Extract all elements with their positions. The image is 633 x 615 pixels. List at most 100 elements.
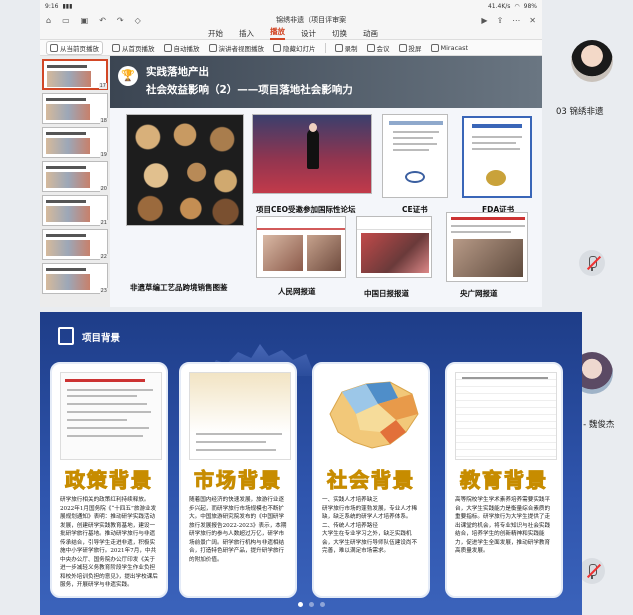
caption-sales: 非遗草编工艺品跨境销售图鉴 [130, 283, 228, 292]
tab-play[interactable]: 播放 [270, 26, 285, 40]
wifi-icon: ◠ [514, 3, 520, 10]
slide-thumbnail[interactable]: 22 [42, 229, 108, 260]
ribbon-divider [324, 42, 326, 53]
miracast-button[interactable]: Miracast [430, 43, 468, 52]
caption-people-daily: 人民网报道 [278, 287, 316, 296]
participant-name: 03 锦绣非遗 [556, 107, 604, 117]
slide-thumbnail-panel[interactable]: 17 18 19 20 21 22 23 [40, 56, 110, 307]
presenter-icon [208, 43, 217, 52]
record-button[interactable]: 录制 [334, 43, 358, 53]
card-heading: 教育背景 [460, 468, 548, 493]
record-icon [334, 43, 343, 52]
status-time: 9:16 [45, 3, 59, 10]
background-card-policy: 政策背景 研学旅行相关的政策红利持续释放。2022年1月国务院《“十四五”旅游业… [50, 362, 168, 598]
slide-canvas[interactable]: 🏆 实践落地产出 社会效益影响（2）——项目落地社会影响力 项目CEO受邀参加国… [110, 56, 542, 307]
redo-icon[interactable]: ↷ [117, 16, 124, 25]
page-dot[interactable] [319, 602, 325, 607]
workspace: 17 18 19 20 21 22 23 🏆 实践落地产出 社会效益影响（2）—… [40, 56, 542, 307]
card-body: 一、实践人才培养缺乏 研学旅行市场的蓬勃发展，专业人才稀缺，缺乏系统的研学人才培… [322, 497, 418, 554]
china-map-image [329, 381, 419, 449]
auto-play-icon [163, 43, 172, 52]
undo-icon[interactable]: ↶ [99, 16, 106, 25]
caption-ceo-forum: 项目CEO受邀参加国际性论坛 [256, 205, 356, 214]
slide-thumbnail[interactable]: 19 [42, 127, 108, 158]
meeting-button[interactable]: 会议 [366, 43, 390, 53]
shared-slide-window: 项目背景 政策背景 研学旅行相关的政策红利持续释放。2022年1月国务院《“十四… [40, 312, 582, 615]
page-dot[interactable] [308, 602, 314, 607]
hide-slide-icon [273, 43, 281, 52]
card-heading: 政策背景 [65, 468, 153, 493]
meeting-screen: 9:16 ▮▮▮ 41.4K/s ◠ 98% ⌂ ▭ ▣ ↶ ↷ ◇ 锦绣非遗（… [0, 0, 633, 615]
page-dot[interactable] [297, 602, 303, 607]
slide-title-line1: 实践落地产出 [146, 66, 209, 78]
auto-play-button[interactable]: 自动播放 [163, 43, 200, 53]
mic-muted-icon[interactable] [579, 558, 605, 584]
hide-slide-button[interactable]: 隐藏幻灯片 [273, 43, 316, 53]
background-card-market: 市场背景 随着国内经济的快速发展，旅游行业逐步兴起，而研学旅行市场规模也不断扩大… [179, 362, 297, 598]
play-start-icon [112, 43, 120, 52]
card-body: 随着国内经济的快速发展，旅游行业逐步兴起，而研学旅行市场规模也不断扩大。中国旅游… [189, 497, 287, 563]
close-icon[interactable]: ✕ [529, 16, 536, 25]
tab-design[interactable]: 设计 [301, 28, 316, 39]
card-body: 高等院校学生学术素养培养需要实践平台，大学生实践能力是衡量综合素质的重要指标。研… [455, 497, 551, 554]
slide-thumbnail[interactable]: 18 [42, 93, 108, 124]
play-icon[interactable]: ▶ [481, 16, 487, 25]
card-heading: 市场背景 [194, 468, 282, 493]
cctv-news-image [446, 212, 528, 282]
home-icon[interactable]: ⌂ [46, 16, 51, 25]
education-table-image [455, 372, 557, 460]
mic-muted-icon[interactable] [579, 250, 605, 276]
signal-icon: ▮▮▮ [62, 3, 73, 10]
tab-insert[interactable]: 插入 [239, 28, 254, 39]
slide-header: 🏆 实践落地产出 社会效益影响（2）——项目落地社会影响力 [110, 56, 542, 108]
network-speed: 41.4K/s [487, 3, 511, 10]
miracast-icon [430, 43, 439, 52]
more-icon[interactable]: ⋯ [512, 16, 520, 25]
play-from-start-button[interactable]: 从首页播放 [112, 43, 155, 53]
status-bar: 9:16 ▮▮▮ 41.4K/s ◠ 98% [40, 0, 542, 13]
ribbon-play: 从当前页播放 从首页播放 自动播放 演讲者视图播放 隐藏幻灯片 录制 会议 投屏… [40, 40, 542, 56]
play-from-current-button[interactable]: 从当前页播放 [46, 40, 103, 55]
slide-thumbnail[interactable]: 17 [42, 59, 108, 90]
share-icon[interactable]: ⇪ [497, 16, 504, 25]
slide-thumbnail[interactable]: 23 [42, 263, 108, 294]
file-icon[interactable]: ▭ [62, 16, 70, 25]
participant-avatar[interactable] [571, 40, 613, 82]
menu-tabs: 开始 插入 播放 设计 切换 动画 [40, 27, 542, 40]
slide-thumbnail[interactable]: 20 [42, 161, 108, 192]
battery-level: 98% [523, 3, 537, 10]
forum-photo [252, 114, 372, 194]
cast-button[interactable]: 投屏 [398, 43, 422, 53]
meeting-icon [366, 43, 375, 52]
product-collage-image [126, 114, 244, 226]
cast-icon [398, 43, 407, 52]
tab-home[interactable]: 开始 [208, 28, 223, 39]
shape-icon[interactable]: ◇ [135, 16, 141, 25]
trophy-icon: 🏆 [118, 66, 138, 86]
fda-certificate-image [462, 116, 532, 198]
tab-animation[interactable]: 动画 [363, 28, 378, 39]
background-card-society: 社会背景 一、实践人才培养缺乏 研学旅行市场的蓬勃发展，专业人才稀缺，缺乏系统的… [312, 362, 430, 598]
tab-transition[interactable]: 切换 [332, 28, 347, 39]
section-title: 项目背景 [82, 333, 121, 344]
market-report-image [189, 372, 291, 460]
caption-ce: CE证书 [402, 205, 428, 214]
card-body: 研学旅行相关的政策红利持续释放。2022年1月国务院《“十四五”旅游业发展规划通… [60, 497, 158, 588]
document-icon [58, 327, 74, 345]
caption-china-daily: 中国日报报道 [364, 289, 409, 298]
slide-thumbnail[interactable]: 21 [42, 195, 108, 226]
caption-cctv: 央广网报道 [460, 289, 498, 298]
document-title: 锦绣非遗（项目评审案 [276, 16, 347, 24]
slide-title-line2: 社会效益影响（2）——项目落地社会影响力 [146, 84, 353, 96]
people-daily-news-image [256, 216, 346, 278]
background-card-education: 教育背景 高等院校学生学术素养培养需要实践平台，大学生实践能力是衡量综合素质的重… [445, 362, 563, 598]
policy-document-image [60, 372, 162, 460]
shared-presentation-window: 9:16 ▮▮▮ 41.4K/s ◠ 98% ⌂ ▭ ▣ ↶ ↷ ◇ 锦绣非遗（… [40, 0, 542, 307]
ce-certificate-image [382, 114, 448, 198]
page-indicator [40, 602, 582, 607]
save-icon[interactable]: ▣ [81, 16, 89, 25]
card-heading: 社会背景 [327, 468, 415, 493]
presenter-view-button[interactable]: 演讲者视图播放 [208, 43, 264, 53]
play-current-icon [50, 43, 58, 52]
china-daily-news-image [356, 216, 432, 278]
